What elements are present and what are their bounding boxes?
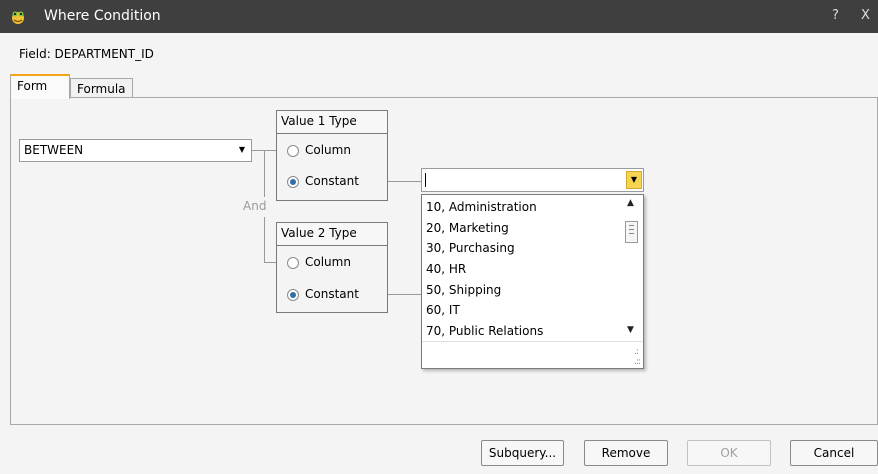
value1-type-title: Value 1 Type [277, 111, 387, 134]
vertical-scrollbar[interactable]: ▲ ▼ [622, 195, 643, 341]
radio-icon [287, 257, 299, 269]
chevron-down-icon[interactable]: ▼ [626, 171, 642, 189]
window-title: Where Condition [44, 8, 161, 24]
list-item[interactable]: 30, Purchasing [422, 238, 622, 259]
radio-selected-icon [287, 176, 299, 188]
list-item[interactable]: 10, Administration [422, 197, 622, 218]
frog-logo-icon [12, 11, 24, 24]
list-item[interactable]: 50, Shipping [422, 280, 622, 301]
help-button[interactable]: ? [832, 8, 839, 23]
and-label: And [243, 199, 267, 213]
resize-grip-icon[interactable]: .:.:: [634, 347, 641, 367]
field-label: Field: DEPARTMENT_ID [19, 47, 154, 61]
radio-icon [287, 145, 299, 157]
value1-column-label: Column [305, 143, 351, 157]
dropdown-items: 10, Administration 20, Marketing 30, Pur… [422, 197, 622, 342]
close-button[interactable]: X [861, 8, 870, 23]
text-caret [425, 173, 426, 187]
value1-type-group: Value 1 Type Column Constant [276, 110, 388, 201]
list-item[interactable]: 40, HR [422, 259, 622, 280]
connector-line [264, 150, 276, 151]
constant-value-combo[interactable]: ▼ [421, 168, 644, 192]
connector-line [388, 294, 421, 295]
ok-button[interactable]: OK [687, 440, 771, 466]
value2-constant-label: Constant [305, 287, 359, 301]
scroll-thumb[interactable] [625, 221, 638, 243]
dropdown-footer: .:.:: [422, 341, 643, 369]
value2-type-group: Value 2 Type Column Constant [276, 222, 388, 313]
connector-line [264, 217, 265, 263]
subquery-button[interactable]: Subquery... [481, 440, 564, 466]
list-item[interactable]: 20, Marketing [422, 218, 622, 239]
operator-value: BETWEEN [24, 143, 84, 157]
value2-type-title: Value 2 Type [277, 223, 387, 246]
arrow-down-icon[interactable]: ▼ [627, 325, 634, 335]
constant-dropdown-list[interactable]: 10, Administration 20, Marketing 30, Pur… [421, 194, 644, 369]
value1-constant-label: Constant [305, 174, 359, 188]
tab-form[interactable]: Form [10, 74, 70, 99]
title-bar: Where Condition ? X [0, 0, 878, 33]
connector-line [388, 181, 421, 182]
remove-button[interactable]: Remove [584, 440, 668, 466]
value2-column-label: Column [305, 255, 351, 269]
radio-selected-icon [287, 289, 299, 301]
operator-select[interactable]: BETWEEN ▼ [19, 139, 252, 162]
cancel-button[interactable]: Cancel [790, 440, 878, 466]
arrow-up-icon[interactable]: ▲ [627, 198, 634, 208]
chevron-down-icon: ▼ [238, 145, 245, 154]
connector-line [264, 262, 276, 263]
list-item[interactable]: 70, Public Relations [422, 321, 622, 342]
list-item[interactable]: 60, IT [422, 300, 622, 321]
connector-line [264, 150, 265, 197]
